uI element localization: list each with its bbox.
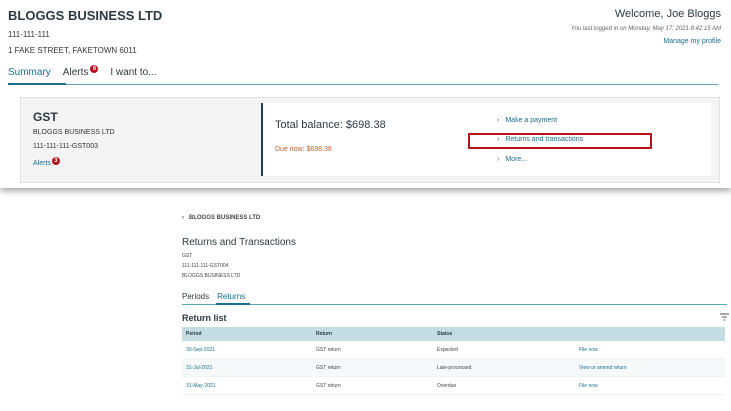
column-header-return: Return — [312, 327, 433, 341]
returns-tabs: Periods Returns — [182, 292, 245, 301]
business-address: 1 FAKE STREET, FAKETOWN 6011 — [8, 46, 137, 55]
tab-returns[interactable]: Returns — [217, 292, 245, 301]
back-link-label: BLOGGS BUSINESS LTD — [189, 215, 261, 221]
return-list-table: Period Return Status 30-Sep-2021 GST ret… — [182, 327, 725, 395]
main-tabs: Summary Alerts 6 I want to... — [8, 64, 157, 78]
make-payment-label: Make a payment — [505, 117, 558, 124]
more-label: More... — [505, 156, 528, 163]
row-action-link[interactable]: View or amend return — [575, 358, 725, 377]
tab-i-want-to[interactable]: I want to... — [110, 67, 156, 78]
gst-alerts-label: Alerts — [33, 159, 51, 167]
gst-alerts-link[interactable]: Alerts 3 — [33, 157, 60, 167]
tab-alerts[interactable]: Alerts 6 — [62, 64, 99, 78]
total-balance: Total balance: $698.38 — [275, 119, 386, 131]
row-action-link[interactable]: File now — [575, 341, 725, 359]
alerts-count-badge: 6 — [90, 64, 99, 73]
table-row: 30-Sep-2021 GST return Expected File now — [182, 341, 725, 359]
business-id: 111-111-111 — [8, 30, 50, 39]
period-link[interactable]: 31-May-2021 — [182, 376, 312, 395]
return-status: Expected — [433, 341, 575, 359]
gst-alerts-badge: 3 — [51, 157, 60, 165]
column-header-action — [575, 327, 725, 341]
return-type: GST return — [312, 341, 433, 359]
due-now-amount: Due now: $698.38 — [275, 146, 332, 153]
returns-active-tab-indicator — [216, 303, 250, 305]
row-action-link[interactable]: File now — [575, 376, 725, 395]
return-status: Late-processed — [433, 358, 575, 377]
returns-transactions-page: ‹ BLOGGS BUSINESS LTD Returns and Transa… — [174, 205, 731, 411]
column-header-period: Period — [182, 327, 312, 341]
tab-returns-label: Returns — [217, 292, 246, 301]
gst-account-card: GST BLOGGS BUSINESS LTD 111-111-111-GST0… — [20, 97, 720, 183]
filter-icon[interactable] — [720, 313, 729, 321]
chevron-right-icon: › — [497, 156, 500, 163]
return-status: Overdue — [433, 376, 575, 395]
more-link[interactable]: › More... — [497, 156, 527, 163]
table-header-row: Period Return Status — [182, 327, 725, 341]
return-type: GST return — [312, 358, 433, 377]
business-name-sub: BLOGGS BUSINESS LTD — [182, 273, 241, 279]
chevron-right-icon: › — [497, 117, 500, 124]
tab-alerts-label: Alerts — [62, 67, 89, 78]
account-number: 111-111-111-GST004 — [182, 263, 229, 269]
highlight-annotation — [468, 133, 652, 149]
tab-periods[interactable]: Periods — [182, 292, 209, 301]
tab-summary[interactable]: Summary — [8, 67, 51, 78]
last-login-text: You last logged in on Monday, May 17, 20… — [570, 26, 721, 32]
business-name: BLOGGS BUSINESS LTD — [8, 8, 163, 23]
chevron-left-icon: ‹ — [182, 215, 188, 221]
gst-business-name: BLOGGS BUSINESS LTD — [33, 129, 115, 136]
back-link[interactable]: ‹ BLOGGS BUSINESS LTD — [182, 215, 260, 221]
gst-title: GST — [33, 110, 58, 124]
tax-type: GST — [182, 253, 193, 259]
period-link[interactable]: 31-Jul-2021 — [182, 358, 312, 377]
return-type: GST return — [312, 376, 433, 395]
welcome-message: Welcome, Joe Bloggs — [614, 8, 721, 20]
gst-account-number: 111-111-111-GST003 — [33, 143, 98, 150]
balance-box: Total balance: $698.38 Due now: $698.38 … — [261, 103, 711, 176]
table-row: 31-Jul-2021 GST return Late-processed Vi… — [182, 358, 725, 377]
tab-i-want-to-label: I want to... — [110, 67, 157, 78]
tabs-divider — [8, 84, 718, 85]
period-link[interactable]: 30-Sep-2021 — [182, 341, 312, 359]
return-list-title: Return list — [182, 313, 227, 323]
page-title: Returns and Transactions — [182, 237, 296, 248]
tab-summary-label: Summary — [8, 67, 51, 78]
column-header-status: Status — [433, 327, 575, 341]
table-row: 31-May-2021 GST return Overdue File now — [182, 376, 725, 395]
active-tab-indicator — [8, 83, 66, 85]
make-payment-link[interactable]: › Make a payment — [497, 117, 557, 124]
account-summary-panel: BLOGGS BUSINESS LTD 111-111-111 1 FAKE S… — [0, 0, 731, 188]
returns-tabs-divider — [182, 304, 727, 305]
tab-periods-label: Periods — [182, 292, 210, 301]
manage-profile-link[interactable]: Manage my profile — [663, 38, 721, 45]
